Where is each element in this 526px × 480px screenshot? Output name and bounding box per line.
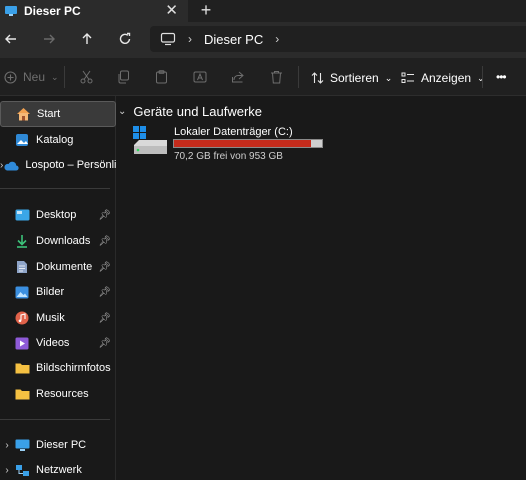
trash-icon bbox=[271, 71, 282, 84]
folder-icon bbox=[14, 360, 30, 376]
sidebar-item-downloads[interactable]: Downloads 📌︎ bbox=[0, 228, 116, 254]
breadcrumb-dieser-pc[interactable]: Dieser PC bbox=[204, 32, 263, 47]
new-tab-button[interactable]: + bbox=[196, 0, 216, 22]
separator bbox=[482, 66, 483, 88]
pin-icon[interactable]: 📌︎ bbox=[98, 313, 111, 324]
arrow-right-icon bbox=[44, 34, 55, 44]
more-options-button[interactable]: ••• bbox=[496, 70, 507, 84]
drive-free-space: 70,2 GB frei von 953 GB bbox=[174, 151, 283, 162]
sidebar-item-katalog[interactable]: Katalog bbox=[0, 127, 116, 153]
sidebar-item-start[interactable]: Start bbox=[0, 101, 116, 127]
refresh-icon bbox=[119, 32, 131, 45]
share-button[interactable] bbox=[231, 70, 245, 84]
sidebar-item-onedrive[interactable]: › Lospoto – Persönlic bbox=[0, 152, 116, 178]
computer-icon bbox=[160, 32, 176, 46]
up-button[interactable] bbox=[76, 28, 98, 50]
pictures-icon bbox=[14, 284, 30, 300]
drive-usage-fill bbox=[174, 140, 312, 147]
separator bbox=[64, 66, 65, 88]
view-button[interactable]: Anzeigen ⌄ bbox=[401, 71, 485, 85]
sidebar-item-musik[interactable]: Musik 📌︎ bbox=[0, 305, 116, 331]
chevron-right-icon[interactable]: › bbox=[0, 440, 14, 451]
pin-icon[interactable]: 📌︎ bbox=[98, 210, 111, 221]
sort-icon bbox=[311, 72, 324, 84]
sort-label: Sortieren bbox=[330, 71, 379, 85]
pin-icon[interactable]: 📌︎ bbox=[98, 236, 111, 247]
arrow-left-icon bbox=[5, 34, 16, 44]
view-list-icon bbox=[401, 72, 414, 83]
scissors-icon bbox=[80, 70, 93, 84]
rename-button[interactable] bbox=[193, 70, 207, 84]
chevron-down-icon: ⌄ bbox=[118, 106, 127, 117]
sidebar-divider bbox=[0, 419, 110, 420]
document-icon bbox=[14, 259, 30, 275]
sidebar-item-videos[interactable]: Videos 📌︎ bbox=[0, 330, 116, 356]
tab-title: Dieser PC bbox=[24, 4, 81, 18]
delete-button[interactable] bbox=[270, 70, 283, 84]
forward-button[interactable] bbox=[38, 28, 60, 50]
sort-button[interactable]: Sortieren ⌄ bbox=[311, 71, 392, 85]
view-label: Anzeigen bbox=[421, 71, 472, 85]
pin-icon[interactable]: 📌︎ bbox=[98, 262, 111, 273]
sidebar-item-dieser-pc[interactable]: › Dieser PC bbox=[0, 432, 116, 458]
sidebar-item-bilder[interactable]: Bilder 📌︎ bbox=[0, 279, 116, 305]
sidebar-item-resources[interactable]: Resources bbox=[0, 381, 116, 407]
group-header-devices[interactable]: ⌄ Geräte und Laufwerke bbox=[118, 104, 262, 119]
folder-icon bbox=[14, 386, 30, 402]
chevron-down-icon: ⌄ bbox=[384, 72, 393, 83]
local-disk-icon bbox=[131, 125, 169, 160]
chevron-right-icon[interactable]: › bbox=[188, 32, 192, 46]
back-button[interactable] bbox=[0, 28, 22, 50]
this-pc-icon bbox=[4, 4, 18, 18]
gallery-icon bbox=[14, 132, 30, 148]
sidebar-divider bbox=[0, 188, 110, 189]
chevron-right-icon[interactable]: › bbox=[0, 465, 14, 476]
clipboard-icon bbox=[156, 70, 167, 84]
copy-icon bbox=[118, 70, 129, 84]
address-bar[interactable]: › Dieser PC › bbox=[150, 26, 526, 52]
cut-button[interactable] bbox=[80, 70, 93, 84]
sidebar-item-netzwerk[interactable]: › Netzwerk bbox=[0, 457, 116, 480]
close-tab-icon[interactable]: ✕ bbox=[165, 1, 178, 19]
network-icon bbox=[14, 462, 30, 478]
paste-button[interactable] bbox=[155, 70, 168, 84]
sidebar-item-desktop[interactable]: Desktop 📌︎ bbox=[0, 202, 116, 228]
refresh-button[interactable] bbox=[114, 28, 136, 50]
this-pc-icon bbox=[14, 437, 30, 453]
sidebar-item-bildschirmfotos[interactable]: Bildschirmfotos bbox=[0, 355, 116, 381]
rename-icon bbox=[193, 71, 207, 83]
pin-icon[interactable]: 📌︎ bbox=[98, 287, 111, 298]
download-icon bbox=[14, 233, 30, 249]
videos-icon bbox=[14, 335, 30, 351]
copy-button[interactable] bbox=[117, 70, 130, 84]
home-icon bbox=[15, 106, 31, 122]
new-label: Neu bbox=[23, 70, 46, 84]
onedrive-cloud-icon bbox=[3, 157, 19, 173]
music-icon bbox=[14, 310, 30, 326]
sidebar-item-dokumente[interactable]: Dokumente 📌︎ bbox=[0, 254, 116, 280]
share-icon bbox=[232, 71, 244, 83]
desktop-icon bbox=[14, 207, 30, 223]
pin-icon[interactable]: 📌︎ bbox=[98, 338, 111, 349]
chevron-right-icon[interactable]: › bbox=[275, 32, 279, 46]
arrow-up-icon bbox=[82, 33, 92, 44]
separator bbox=[298, 66, 299, 88]
new-button[interactable]: Neu ⌄ bbox=[4, 70, 59, 84]
chevron-down-icon: ⌄ bbox=[51, 71, 59, 82]
drive-name: Lokaler Datenträger (C:) bbox=[174, 126, 293, 138]
chevron-down-icon: ⌄ bbox=[477, 72, 485, 83]
plus-circle-icon bbox=[4, 70, 17, 84]
drive-usage-bar bbox=[173, 139, 323, 148]
tab-dieser-pc[interactable]: Dieser PC ✕ bbox=[0, 0, 188, 22]
